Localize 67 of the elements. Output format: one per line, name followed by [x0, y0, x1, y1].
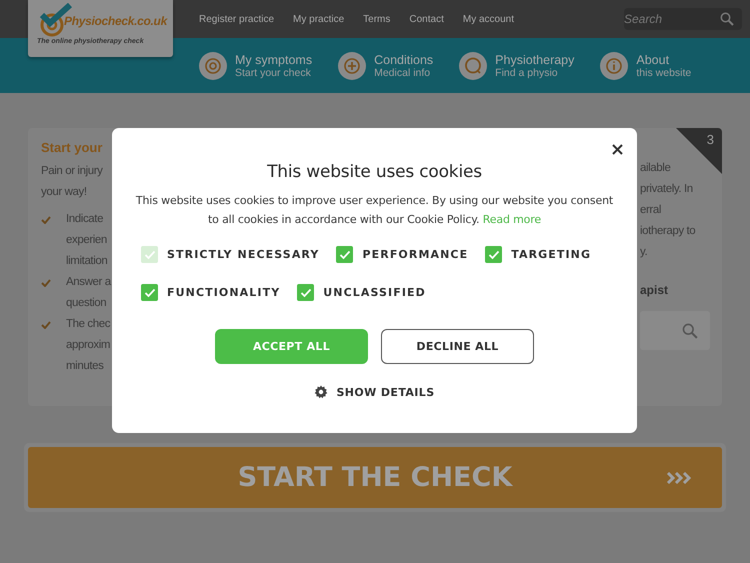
checkbox[interactable] — [141, 284, 158, 301]
card-text: your way! — [41, 185, 87, 200]
card-text: ailable — [640, 161, 672, 176]
checkbox-label: STRICTLY NECESSARY — [167, 248, 320, 261]
checkbox-label: UNCLASSIFIED — [323, 286, 426, 299]
card-text: privately. In — [640, 182, 694, 197]
number-badge: 3 — [676, 128, 722, 174]
check-icon — [41, 216, 51, 224]
list-text: experien — [66, 233, 108, 248]
list-text: limitation — [66, 254, 108, 269]
list-text: question — [66, 296, 108, 311]
target-icon[interactable] — [199, 52, 227, 80]
nav-title[interactable]: Conditions — [374, 52, 434, 66]
start-check-button[interactable]: START THE CHECK — [28, 447, 722, 508]
checkbox[interactable] — [485, 246, 502, 263]
checkmark-icon — [338, 250, 351, 260]
card-text: erral — [640, 203, 662, 218]
checkbox[interactable] — [297, 284, 314, 301]
check-icon — [41, 321, 51, 329]
check-icon — [41, 279, 51, 287]
checkmark-icon — [144, 288, 156, 298]
nav-title[interactable]: About — [636, 52, 692, 66]
nav-subtitle: this website — [636, 66, 692, 78]
search-field[interactable]: Search — [624, 8, 742, 30]
logo-text: Physiocheck.co.uk — [64, 14, 167, 28]
checkbox-label: FUNCTIONALITY — [167, 286, 280, 299]
nav-link[interactable]: Register practice — [199, 14, 274, 24]
close-button[interactable] — [612, 144, 623, 155]
nav-link[interactable]: Terms — [363, 14, 390, 24]
nav-link[interactable]: My account — [462, 14, 514, 24]
card-subheading: apist — [640, 283, 670, 297]
dialog-text: This website uses cookies to improve user experience. By using our website you consent to all cookies in accordance with our Cookie Policy. Read more — [134, 193, 614, 228]
checkmark-icon — [300, 288, 312, 298]
search-icon — [720, 12, 734, 26]
card-text: y. — [640, 245, 648, 260]
show-details-button[interactable]: SHOW DETAILS — [314, 385, 435, 399]
checkmark-icon — [488, 250, 500, 260]
checkmark-icon — [144, 250, 156, 260]
card-text: Pain or injury — [41, 164, 103, 179]
info-icon[interactable] — [600, 52, 628, 80]
search-icon — [682, 322, 698, 338]
accept-all-button[interactable]: ACCEPT ALL — [215, 329, 368, 364]
nav-link[interactable]: Contact — [409, 14, 444, 24]
dialog-title: This website uses cookies — [267, 162, 482, 182]
nav-subtitle: Find a physio — [495, 66, 558, 78]
list-text: approxim — [66, 338, 110, 353]
list-text: Answer a — [66, 275, 111, 290]
chevrons-icon — [666, 472, 694, 484]
checkbox[interactable] — [336, 246, 354, 263]
nav-subtitle: Medical info — [374, 66, 432, 78]
card-heading: Start your — [41, 140, 102, 155]
decline-all-button[interactable]: DECLINE ALL — [381, 329, 534, 364]
list-text: minutes — [66, 359, 104, 374]
search-field[interactable] — [640, 311, 710, 350]
plus-icon[interactable] — [338, 52, 366, 80]
close-icon — [612, 144, 623, 155]
gear-icon — [314, 385, 328, 399]
list-text: The chec — [66, 317, 110, 332]
read-more-link[interactable]: Read more — [482, 213, 542, 226]
checkbox-label: TARGETING — [511, 248, 592, 261]
checkbox-label: PERFORMANCE — [362, 248, 468, 261]
nav-link[interactable]: My practice — [293, 14, 344, 24]
nav-title[interactable]: Physiotherapy — [495, 52, 574, 66]
nav-subtitle: Start your check — [235, 66, 311, 78]
card-text: iotherapy to — [640, 224, 696, 239]
nav-title[interactable]: My symptoms — [235, 52, 312, 66]
list-text: Indicate — [66, 212, 104, 227]
